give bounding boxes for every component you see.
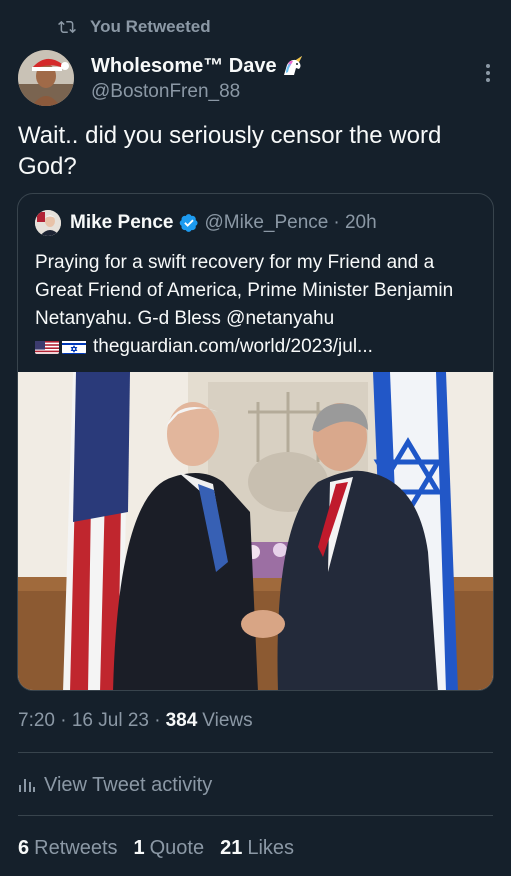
view-tweet-activity-button[interactable]: View Tweet activity (18, 771, 212, 799)
israel-flag-icon (62, 338, 86, 354)
likes-count: 21 (220, 836, 243, 859)
view-tweet-activity-label: View Tweet activity (44, 773, 213, 796)
retweet-label: You Retweeted (90, 17, 211, 36)
quoted-tweet-text-block: Praying for a swift recovery for my Frie… (35, 249, 485, 361)
retweet-context: You Retweeted (58, 16, 211, 38)
more-options-icon[interactable] (478, 62, 498, 84)
quoted-tweet-photo[interactable] (18, 372, 494, 691)
quotes-label: Quote (149, 836, 205, 859)
quoted-tweet-text: Praying for a swift recovery for my Frie… (35, 252, 454, 329)
retweet-icon (58, 20, 76, 34)
views-count: 384 (165, 710, 198, 731)
quoted-author-name[interactable]: Mike Pence (70, 212, 174, 234)
us-flag-icon (35, 338, 59, 354)
divider (18, 815, 493, 816)
quoted-author-avatar[interactable] (35, 210, 61, 236)
retweets-count: 6 (18, 836, 30, 859)
likes-stat[interactable]: 21 Likes (220, 837, 294, 860)
tweet-timestamp[interactable]: 7:20 · 16 Jul 23 · (18, 710, 161, 732)
quotes-stat[interactable]: 1 Quote (134, 837, 205, 860)
verified-badge-icon (179, 214, 198, 232)
tweet-stats: 6 Retweets 1 Quote 21 Likes (18, 834, 310, 862)
tweet-text: Wait.. did you seriously censor the word… (18, 122, 442, 180)
author-handle[interactable]: @BostonFren_88 (91, 81, 305, 105)
unicorn-icon (283, 56, 302, 75)
analytics-icon (19, 779, 35, 792)
tweet-author: Wholesome™ Dave @BostonFren_88 (18, 50, 498, 106)
author-avatar[interactable] (18, 50, 74, 106)
quoted-author-handle[interactable]: @Mike_Pence (205, 212, 329, 234)
author-display-name[interactable]: Wholesome™ Dave (91, 54, 305, 78)
retweets-stat[interactable]: 6 Retweets (18, 837, 118, 860)
quoted-tweet[interactable]: Mike Pence @Mike_Pence · 20h Praying for… (17, 193, 494, 691)
quotes-count: 1 (133, 836, 145, 859)
likes-label: Likes (247, 836, 295, 859)
quoted-tweet-time: · 20h (333, 212, 377, 233)
quoted-tweet-link[interactable]: theguardian.com/world/2023/jul... (93, 336, 373, 357)
views-label: Views (202, 710, 253, 731)
tweet-meta: 7:20 · 16 Jul 23 · 384 Views (18, 708, 253, 734)
retweets-label: Retweets (34, 836, 118, 859)
divider (18, 752, 493, 753)
